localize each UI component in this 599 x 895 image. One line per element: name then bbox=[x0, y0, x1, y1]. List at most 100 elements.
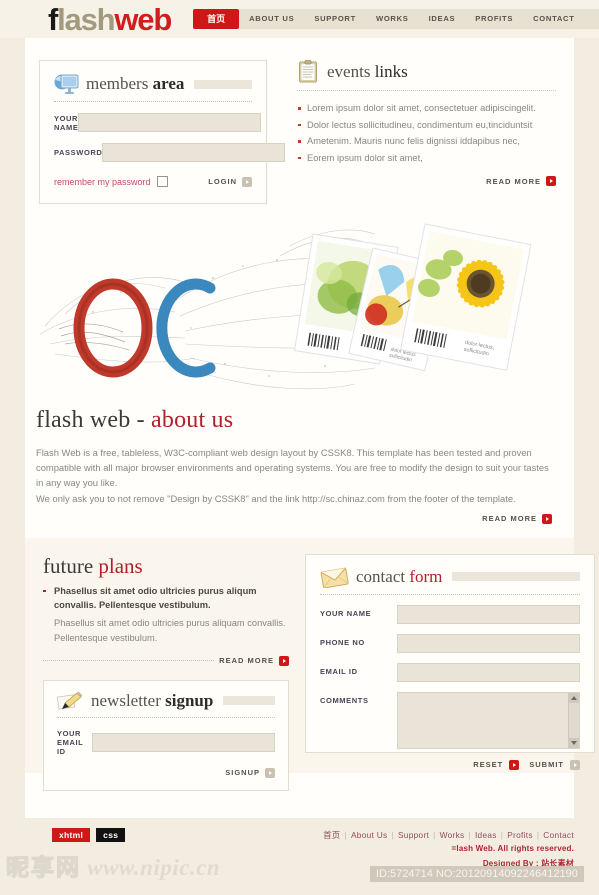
list-item[interactable]: Dolor lectus sollicitudineu, condimentum… bbox=[297, 117, 556, 134]
list-item[interactable]: Eorem ipsum dolor sit amet, bbox=[297, 150, 556, 167]
separator: | bbox=[391, 830, 394, 840]
future-plans-bold-text: Phasellus sit amet odio ultricies purus … bbox=[54, 585, 257, 611]
remember-password-checkbox[interactable] bbox=[156, 176, 168, 187]
watermark-url: www.nipic.cn bbox=[87, 855, 221, 880]
page-content: members area YOUR NAME PASSWORD remember… bbox=[25, 38, 595, 818]
newsletter-title: newsletter signup bbox=[91, 690, 214, 710]
login-button[interactable]: LOGIN bbox=[208, 176, 252, 187]
contact-comments-textarea[interactable] bbox=[397, 691, 580, 749]
arrow-right-icon bbox=[570, 759, 580, 770]
title-decoration bbox=[452, 572, 580, 582]
hero-banner: dolor lectus sollicitudin dolor lectus, … bbox=[25, 216, 574, 401]
reset-button[interactable]: RESET bbox=[473, 760, 503, 769]
login-label: LOGIN bbox=[208, 177, 237, 186]
title-decoration bbox=[194, 79, 252, 89]
arrow-right-icon bbox=[265, 767, 275, 778]
username-input[interactable] bbox=[78, 113, 262, 132]
contact-comments-row: COMMENTS bbox=[320, 691, 580, 749]
contact-phone-input[interactable] bbox=[397, 633, 580, 653]
contact-form-header: contact form bbox=[320, 566, 580, 595]
watermark-cjk: 昵享网 bbox=[5, 854, 81, 880]
password-label: PASSWORD bbox=[54, 148, 103, 157]
members-area-panel: members area YOUR NAME PASSWORD remember… bbox=[39, 60, 286, 204]
footer-link-home[interactable]: 首页 bbox=[323, 830, 340, 840]
contact-phone-row: PHONE NO bbox=[320, 633, 580, 653]
events-links-title: events links bbox=[327, 62, 408, 81]
nav-item-contact[interactable]: CONTACT bbox=[523, 9, 584, 29]
members-area-title: members area bbox=[86, 74, 185, 93]
textarea-scrollbar[interactable] bbox=[568, 692, 579, 748]
contact-name-input[interactable] bbox=[397, 604, 580, 624]
footer-link-contact[interactable]: Contact bbox=[543, 830, 574, 840]
footer-copyright: =lash Web. All rights reserved. bbox=[451, 844, 574, 853]
list-item[interactable]: Lorem ipsum dolor sit amet, consectetuer… bbox=[297, 100, 556, 117]
about-read-more-button[interactable]: READ MORE bbox=[36, 513, 552, 524]
arrow-right-icon bbox=[279, 655, 289, 666]
footer-link-profits[interactable]: Profits bbox=[507, 830, 533, 840]
about-paragraph-2: We only ask you to not remove "Design by… bbox=[36, 492, 516, 504]
pen-icon bbox=[56, 691, 85, 711]
scroll-down-icon[interactable] bbox=[569, 737, 579, 748]
contact-form-title: contact form bbox=[356, 566, 443, 586]
username-label: YOUR NAME bbox=[54, 113, 79, 132]
newsletter-header: newsletter signup bbox=[56, 690, 275, 718]
footer-link-support[interactable]: Support bbox=[398, 830, 429, 840]
scroll-up-icon[interactable] bbox=[569, 692, 579, 703]
watermark-id: ID:5724714 NO:20120914092246412190 bbox=[370, 866, 584, 882]
title-decoration bbox=[418, 68, 556, 77]
hero-graphic: dolor lectus sollicitudin dolor lectus, … bbox=[39, 223, 532, 390]
dotted-divider bbox=[43, 660, 215, 661]
contact-name-label: YOUR NAME bbox=[320, 608, 372, 618]
about-section: flash web - about us Flash Web is a free… bbox=[25, 401, 574, 524]
css-badge[interactable]: css bbox=[96, 828, 126, 842]
contact-email-input[interactable] bbox=[397, 662, 580, 682]
main-navigation: 首页 ABOUT US SUPPORT WORKS IDEAS PROFITS … bbox=[193, 9, 599, 29]
separator: | bbox=[536, 830, 540, 840]
nav-item-works[interactable]: WORKS bbox=[366, 9, 419, 29]
top-row: members area YOUR NAME PASSWORD remember… bbox=[25, 38, 574, 204]
arrow-right-icon bbox=[242, 176, 252, 187]
contact-comments-label: COMMENTS bbox=[320, 695, 369, 705]
footer-link-works[interactable]: Works bbox=[440, 830, 465, 840]
nav-item-about-us[interactable]: ABOUT US bbox=[239, 9, 304, 29]
title-decoration bbox=[223, 696, 275, 705]
contact-form-panel: contact form YOUR NAME PHONE NO EMAIL ID… bbox=[305, 553, 595, 770]
newsletter-signup-button[interactable]: SIGNUP bbox=[57, 767, 275, 778]
nav-item-home[interactable]: 首页 bbox=[193, 9, 240, 29]
submit-button[interactable]: SUBMIT bbox=[529, 760, 564, 769]
newsletter-email-label: YOUR EMAIL ID bbox=[57, 728, 84, 756]
validation-badges: xhtml css bbox=[52, 828, 126, 842]
xhtml-badge[interactable]: xhtml bbox=[52, 828, 91, 842]
remember-password-label[interactable]: remember my password bbox=[54, 177, 151, 187]
read-more-label: READ MORE bbox=[486, 176, 541, 186]
bottom-panel: future plans Phasellus sit amet odio ult… bbox=[25, 537, 595, 791]
separator: | bbox=[344, 830, 347, 840]
footer-link-about-us[interactable]: About Us bbox=[351, 830, 388, 840]
footer-link-ideas[interactable]: Ideas bbox=[475, 830, 497, 840]
password-input[interactable] bbox=[102, 143, 286, 162]
events-links-panel: events links Lorem ipsum dolor sit amet,… bbox=[297, 60, 556, 204]
nav-item-support[interactable]: SUPPORT bbox=[304, 9, 366, 29]
username-row: YOUR NAME bbox=[54, 113, 262, 132]
newsletter-email-input[interactable] bbox=[92, 732, 275, 752]
list-item[interactable]: Ametenim. Mauris nunc felis dignissi idd… bbox=[297, 133, 556, 150]
logo-part-f: f bbox=[48, 1, 58, 37]
contact-form-actions: RESET SUBMIT bbox=[320, 759, 580, 770]
arrow-right-icon bbox=[546, 176, 556, 187]
separator: | bbox=[500, 830, 504, 840]
events-links-header: events links bbox=[297, 60, 556, 91]
contact-phone-label: PHONE NO bbox=[320, 637, 365, 647]
site-logo[interactable]: flashweb bbox=[48, 1, 172, 37]
events-read-more-button[interactable]: READ MORE bbox=[297, 176, 556, 187]
newsletter-email-row: YOUR EMAIL ID bbox=[57, 729, 275, 756]
clipboard-icon bbox=[297, 60, 321, 84]
nav-item-profits[interactable]: PROFITS bbox=[465, 9, 523, 29]
separator: | bbox=[433, 830, 436, 840]
arrow-right-icon bbox=[509, 759, 520, 770]
envelope-icon bbox=[320, 566, 350, 589]
monitor-icon bbox=[54, 73, 80, 95]
about-title: flash web - about us bbox=[36, 407, 234, 433]
nav-item-ideas[interactable]: IDEAS bbox=[419, 9, 466, 29]
future-plans-read-more-button[interactable]: READ MORE bbox=[43, 655, 289, 666]
logo-part-lash: lash bbox=[57, 1, 115, 37]
